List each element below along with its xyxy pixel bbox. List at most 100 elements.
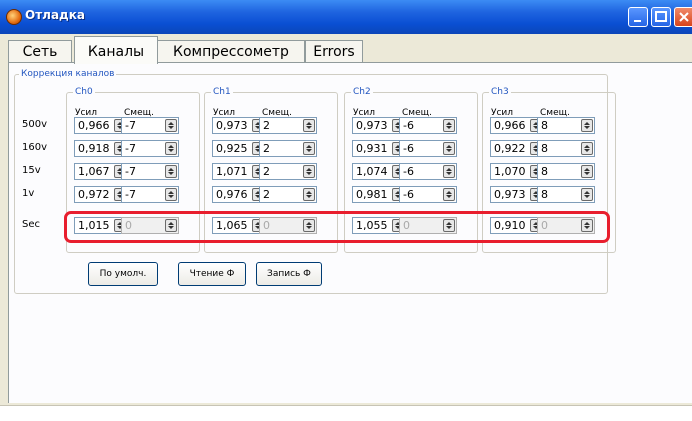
offset-value: -7 (125, 165, 136, 178)
offset-value: 2 (263, 142, 270, 155)
gain-value: 0,973 (216, 119, 248, 132)
offset-value: -7 (125, 119, 136, 132)
gain-spinbox[interactable]: 1,067 (74, 163, 128, 180)
offset-spinbox[interactable]: -6 (399, 186, 457, 203)
gain-value: 0,925 (216, 142, 248, 155)
spin-arrows-icon (446, 191, 452, 198)
gain-spinbox[interactable]: 0,925 (212, 140, 266, 157)
maximize-icon (655, 11, 667, 22)
gain-spinbox[interactable]: 0,918 (74, 140, 128, 157)
spin-arrows[interactable] (165, 188, 177, 201)
offset-value: 8 (541, 142, 548, 155)
row-label: 500v (22, 119, 48, 130)
spin-arrows[interactable] (581, 188, 593, 201)
tab-strip: Сеть Каналы Компрессометр Errors (0, 34, 692, 64)
offset-spinbox[interactable]: 2 (259, 163, 317, 180)
offset-spinbox[interactable]: 2 (259, 140, 317, 157)
tab-network[interactable]: Сеть (8, 40, 72, 62)
gain-value: 0,972 (78, 188, 110, 201)
tab-channels[interactable]: Каналы (74, 36, 158, 64)
tab-compressometer[interactable]: Компрессометр (157, 40, 305, 62)
offset-spinbox[interactable]: 8 (537, 186, 595, 203)
gain-spinbox[interactable]: 0,976 (212, 186, 266, 203)
close-icon (679, 12, 689, 22)
offset-value: 8 (541, 165, 548, 178)
read-button[interactable]: Чтение Ф (178, 262, 246, 286)
gain-spinbox[interactable]: 0,972 (74, 186, 128, 203)
gain-spinbox[interactable]: 0,931 (352, 140, 406, 157)
debug-window: Отладка Сеть Каналы Компрессометр Errors… (0, 0, 692, 421)
spin-arrows[interactable] (165, 142, 177, 155)
offset-spinbox[interactable]: -6 (399, 140, 457, 157)
offset-value: 2 (263, 188, 270, 201)
channel-name: Ch0 (73, 86, 95, 98)
offset-value: -6 (403, 142, 414, 155)
gain-spinbox[interactable]: 0,973 (490, 186, 544, 203)
gain-value: 0,966 (494, 119, 526, 132)
spin-arrows-icon (584, 191, 590, 198)
channel-name: Ch2 (351, 86, 373, 98)
tab-errors[interactable]: Errors (305, 40, 363, 62)
minimize-button[interactable] (628, 7, 648, 27)
gain-spinbox[interactable]: 0,966 (74, 117, 128, 134)
gain-value: 0,931 (356, 142, 388, 155)
row-label: Sec (22, 219, 40, 230)
gain-spinbox[interactable]: 0,981 (352, 186, 406, 203)
offset-value: 8 (541, 188, 548, 201)
spin-arrows-icon (446, 122, 452, 129)
spin-arrows[interactable] (165, 165, 177, 178)
gain-spinbox[interactable]: 1,074 (352, 163, 406, 180)
spin-arrows-icon (168, 145, 174, 152)
spin-arrows[interactable] (581, 142, 593, 155)
gain-spinbox[interactable]: 0,973 (212, 117, 266, 134)
write-button[interactable]: Запись Ф (256, 262, 322, 286)
spin-arrows[interactable] (303, 188, 315, 201)
spin-arrows[interactable] (443, 142, 455, 155)
offset-spinbox[interactable]: -7 (121, 186, 179, 203)
offset-spinbox[interactable]: 8 (537, 163, 595, 180)
spin-arrows[interactable] (581, 119, 593, 132)
offset-value: -6 (403, 119, 414, 132)
gain-spinbox[interactable]: 0,973 (352, 117, 406, 134)
gain-value: 1,074 (356, 165, 388, 178)
spin-arrows[interactable] (443, 165, 455, 178)
spin-arrows-icon (446, 168, 452, 175)
highlight-frame (64, 211, 610, 243)
spin-arrows[interactable] (165, 119, 177, 132)
offset-spinbox[interactable]: -7 (121, 140, 179, 157)
gain-value: 0,981 (356, 188, 388, 201)
offset-spinbox[interactable]: 8 (537, 140, 595, 157)
offset-value: 8 (541, 119, 548, 132)
defaults-button[interactable]: По умолч. (88, 262, 158, 286)
gain-spinbox[interactable]: 1,071 (212, 163, 266, 180)
spin-arrows[interactable] (303, 142, 315, 155)
spin-arrows-icon (306, 122, 312, 129)
offset-spinbox[interactable]: 2 (259, 186, 317, 203)
gain-spinbox[interactable]: 0,922 (490, 140, 544, 157)
status-bar (0, 405, 692, 421)
spin-arrows-icon (168, 168, 174, 175)
title-bar[interactable]: Отладка (0, 0, 692, 34)
spin-arrows[interactable] (443, 119, 455, 132)
offset-spinbox[interactable]: -6 (399, 163, 457, 180)
offset-spinbox[interactable]: -7 (121, 117, 179, 134)
maximize-button[interactable] (651, 7, 671, 27)
close-button[interactable] (674, 7, 692, 27)
gain-value: 1,070 (494, 165, 526, 178)
spin-arrows[interactable] (581, 165, 593, 178)
gain-spinbox[interactable]: 1,070 (490, 163, 544, 180)
gain-spinbox[interactable]: 0,966 (490, 117, 544, 134)
spin-arrows[interactable] (303, 119, 315, 132)
spin-arrows[interactable] (443, 188, 455, 201)
gain-value: 0,918 (78, 142, 110, 155)
spin-arrows[interactable] (303, 165, 315, 178)
spin-arrows-icon (306, 191, 312, 198)
gain-value: 0,922 (494, 142, 526, 155)
minimize-icon (634, 20, 641, 22)
offset-spinbox[interactable]: 2 (259, 117, 317, 134)
spin-arrows-icon (306, 168, 312, 175)
spin-arrows-icon (446, 145, 452, 152)
offset-spinbox[interactable]: 8 (537, 117, 595, 134)
offset-spinbox[interactable]: -6 (399, 117, 457, 134)
offset-spinbox[interactable]: -7 (121, 163, 179, 180)
